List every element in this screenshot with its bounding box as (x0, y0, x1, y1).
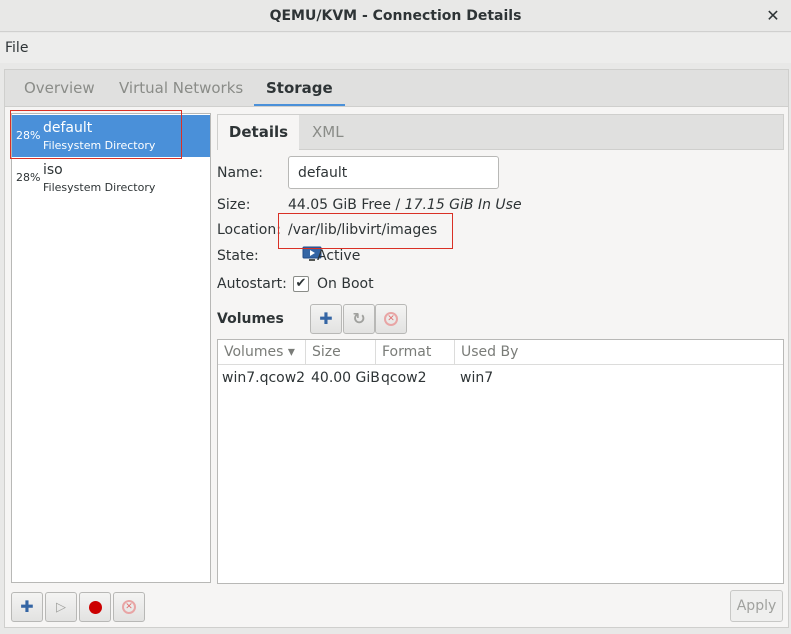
delete-icon: ✕ (384, 312, 398, 326)
delete-volume-button[interactable]: ✕ (375, 304, 407, 334)
main-tabs: Overview Virtual Networks Storage (4, 69, 789, 107)
start-pool-button[interactable]: ▷ (45, 592, 77, 622)
refresh-volumes-button[interactable]: ↻ (343, 304, 375, 334)
autostart-checkbox[interactable]: ✔ (293, 276, 309, 292)
add-pool-button[interactable]: ✚ (11, 592, 43, 622)
volume-size-cell: 40.00 GiB (311, 370, 380, 386)
tab-storage[interactable]: Storage (254, 70, 345, 107)
pool-item-iso[interactable]: 28% iso Filesystem Directory (12, 157, 210, 199)
column-header-label: Volumes (224, 344, 284, 360)
subtab-details[interactable]: Details (218, 115, 299, 151)
pool-type: Filesystem Directory (43, 139, 156, 152)
volume-format-cell: qcow2 (381, 370, 427, 386)
column-header-size[interactable]: Size (306, 340, 376, 365)
tab-virtual-networks[interactable]: Virtual Networks (119, 70, 243, 107)
volumes-table-header: Volumes ▾ Size Format Used By (218, 340, 783, 365)
pool-list: 28% default Filesystem Directory 28% iso… (11, 113, 211, 583)
tab-overview[interactable]: Overview (24, 70, 95, 107)
volume-name-cell: win7.qcow2 (222, 370, 306, 386)
refresh-icon: ↻ (352, 309, 366, 328)
title-bar: QEMU/KVM - Connection Details ✕ (0, 0, 791, 32)
column-header-volumes[interactable]: Volumes ▾ (218, 340, 306, 365)
column-header-used-by[interactable]: Used By (455, 340, 783, 365)
volumes-table: Volumes ▾ Size Format Used By win7.qcow2… (217, 339, 784, 584)
storage-panel: 28% default Filesystem Directory 28% iso… (4, 106, 789, 628)
size-free: 44.05 GiB Free / (288, 197, 405, 213)
size-label: Size: (217, 197, 251, 213)
plus-icon: ✚ (20, 597, 34, 616)
volume-used-by-cell: win7 (460, 370, 494, 386)
detail-subtabs: Details XML (217, 114, 784, 151)
menu-bar: File (0, 33, 791, 63)
pool-item-default[interactable]: 28% default Filesystem Directory (12, 115, 210, 157)
menu-file[interactable]: File (5, 40, 28, 56)
pool-name: iso (43, 162, 63, 178)
sort-down-icon: ▾ (287, 344, 295, 360)
play-icon: ▷ (56, 600, 66, 615)
delete-icon: ✕ (122, 600, 136, 614)
pool-usage-percent: 28% (16, 129, 41, 142)
window-title: QEMU/KVM - Connection Details (269, 8, 522, 24)
stop-pool-button[interactable] (79, 592, 111, 622)
record-icon (88, 600, 102, 614)
apply-button[interactable]: Apply (730, 590, 783, 622)
name-label: Name: (217, 165, 264, 181)
plus-icon: ✚ (319, 309, 333, 328)
size-value: 44.05 GiB Free / 17.15 GiB In Use (288, 197, 522, 213)
autostart-value: On Boot (317, 276, 374, 292)
autostart-label: Autostart: (217, 276, 287, 292)
close-icon[interactable]: ✕ (763, 6, 783, 26)
state-value: Active (317, 248, 361, 264)
pool-details-pane: Details XML Name: Size: 44.05 GiB Free /… (217, 114, 784, 584)
delete-pool-button[interactable]: ✕ (113, 592, 145, 622)
subtab-xml[interactable]: XML (312, 115, 344, 150)
location-label: Location: (217, 222, 281, 238)
state-label: State: (217, 248, 259, 264)
volumes-label: Volumes (217, 311, 284, 327)
location-value: /var/lib/libvirt/images (288, 222, 438, 238)
size-in-use: 17.15 GiB In Use (404, 197, 522, 213)
pool-type: Filesystem Directory (43, 181, 156, 194)
column-header-format[interactable]: Format (376, 340, 455, 365)
add-volume-button[interactable]: ✚ (310, 304, 342, 334)
pool-name: default (43, 120, 93, 136)
pool-usage-percent: 28% (16, 171, 41, 184)
name-input[interactable] (288, 156, 499, 189)
